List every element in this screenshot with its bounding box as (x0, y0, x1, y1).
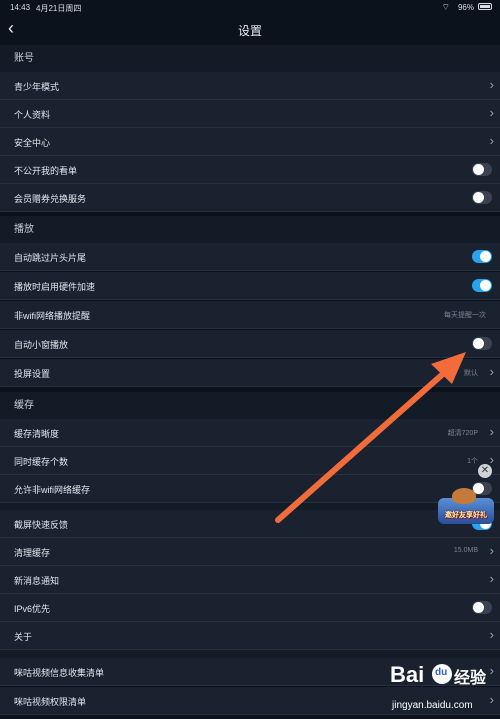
toggle-switch[interactable] (472, 279, 492, 292)
row-label: 同时缓存个数 (14, 457, 69, 467)
settings-row-hardware-acceleration: 播放时启用硬件加速 (0, 272, 500, 300)
chevron-right-icon: › (489, 133, 494, 148)
status-time: 14:43 (10, 3, 31, 12)
settings-row-skip-intro: 自动跳过片头片尾 (0, 243, 500, 271)
chevron-right-icon: › (489, 627, 494, 642)
section-divider (0, 650, 500, 658)
section-header-playback: 播放 (0, 216, 500, 243)
toggle-switch[interactable] (472, 250, 492, 263)
settings-row-notifications[interactable]: 新消息通知 › (0, 566, 500, 594)
settings-row-clear-cache[interactable]: 清理缓存 15.0MB › (0, 538, 500, 566)
promo-close-icon[interactable]: ✕ (478, 464, 492, 478)
row-label: 关于 (14, 632, 33, 642)
chevron-right-icon: › (489, 424, 494, 439)
chevron-right-icon: › (489, 543, 494, 558)
row-value: 超清720P (447, 430, 478, 437)
toggle-knob (473, 602, 484, 613)
row-label: 会员赠券兑换服务 (14, 194, 87, 204)
row-label: 清理缓存 (14, 548, 51, 558)
settings-row-security[interactable]: 安全中心 › (0, 128, 500, 156)
settings-row-ipv6: IPv6优先 (0, 594, 500, 622)
paw-logo-icon (432, 664, 452, 684)
nav-bar: ‹ 设置 (0, 14, 500, 44)
row-label: 自动跳过片头片尾 (14, 253, 87, 263)
row-label: 非wifi网络播放提醒 (14, 311, 90, 321)
settings-row-non-wifi-reminder[interactable]: 非wifi网络播放提醒 每天提醒一次 (0, 301, 500, 329)
settings-row-screenshot-feedback: 截屏快速反馈 (0, 510, 500, 538)
settings-row-about[interactable]: 关于 › (0, 622, 500, 650)
watermark-brand-suffix: 经验 (454, 670, 487, 687)
settings-row-cast-settings[interactable]: 投屏设置 默认 › (0, 359, 500, 387)
row-label: 不公开我的看单 (14, 166, 78, 176)
row-value: 默认 (464, 370, 478, 377)
row-label: 截屏快速反馈 (14, 520, 69, 530)
chevron-right-icon: › (489, 452, 494, 467)
row-label: 青少年模式 (14, 82, 60, 92)
row-label: IPv6优先 (14, 604, 51, 614)
row-label: 允许非wifi网络缓存 (14, 485, 90, 495)
row-label: 自动小窗播放 (14, 340, 69, 350)
toggle-knob (473, 192, 484, 203)
settings-row-private-watchlist: 不公开我的看单 (0, 156, 500, 184)
chevron-right-icon: › (489, 364, 494, 379)
settings-row-auto-mini-window: 自动小窗播放 (0, 330, 500, 358)
toggle-knob (480, 251, 491, 262)
section-header-cache: 缓存 (0, 392, 500, 419)
page-title: 设置 (237, 24, 262, 38)
row-label: 咪咕视频信息收集清单 (14, 668, 105, 678)
row-value: 每天提醒一次 (444, 312, 486, 319)
status-date: 4月21日周四 (36, 4, 82, 13)
row-label: 咪咕视频权限清单 (14, 697, 87, 707)
chevron-right-icon: › (489, 571, 494, 586)
toggle-switch[interactable] (472, 163, 492, 176)
row-label: 缓存清晰度 (14, 429, 60, 439)
row-value: 1个 (467, 458, 478, 465)
row-label: 安全中心 (14, 138, 51, 148)
toggle-knob (473, 338, 484, 349)
settings-row-non-wifi-cache: 允许非wifi网络缓存 (0, 475, 500, 503)
chevron-right-icon: › (489, 105, 494, 120)
mascot-icon (452, 488, 476, 504)
battery-icon (478, 3, 492, 10)
watermark: Bai 经验 jingyan.baidu.com (390, 662, 498, 717)
row-value: 15.0MB (453, 547, 478, 554)
settings-row-youth-mode[interactable]: 青少年模式 › (0, 72, 500, 100)
settings-row-profile[interactable]: 个人资料 › (0, 100, 500, 128)
toggle-knob (480, 280, 491, 291)
toggle-switch[interactable] (472, 601, 492, 614)
watermark-url: jingyan.baidu.com (392, 700, 473, 711)
battery-percent: 96% (457, 3, 474, 12)
row-label: 个人资料 (14, 110, 51, 120)
wifi-icon: ⌔ (441, 2, 450, 12)
status-bar: 14:43 4月21日周四 ⌔ 96% (0, 0, 500, 14)
toggle-knob (473, 164, 484, 175)
section-header-account: 账号 (0, 45, 500, 72)
watermark-brand: Bai (390, 662, 425, 687)
settings-row-coupon-exchange: 会员赠券兑换服务 (0, 184, 500, 212)
chevron-right-icon: › (489, 77, 494, 92)
row-label: 投屏设置 (14, 369, 51, 379)
row-label: 新消息通知 (14, 576, 60, 586)
toggle-switch[interactable] (472, 337, 492, 350)
row-label: 播放时启用硬件加速 (14, 282, 96, 292)
settings-row-concurrent-cache[interactable]: 同时缓存个数 1个 › (0, 447, 500, 475)
settings-row-cache-quality[interactable]: 缓存清晰度 超清720P › (0, 419, 500, 447)
promo-badge[interactable]: 邀好友享好礼 (434, 488, 496, 526)
toggle-switch[interactable] (472, 191, 492, 204)
promo-text: 邀好友享好礼 (445, 512, 487, 519)
